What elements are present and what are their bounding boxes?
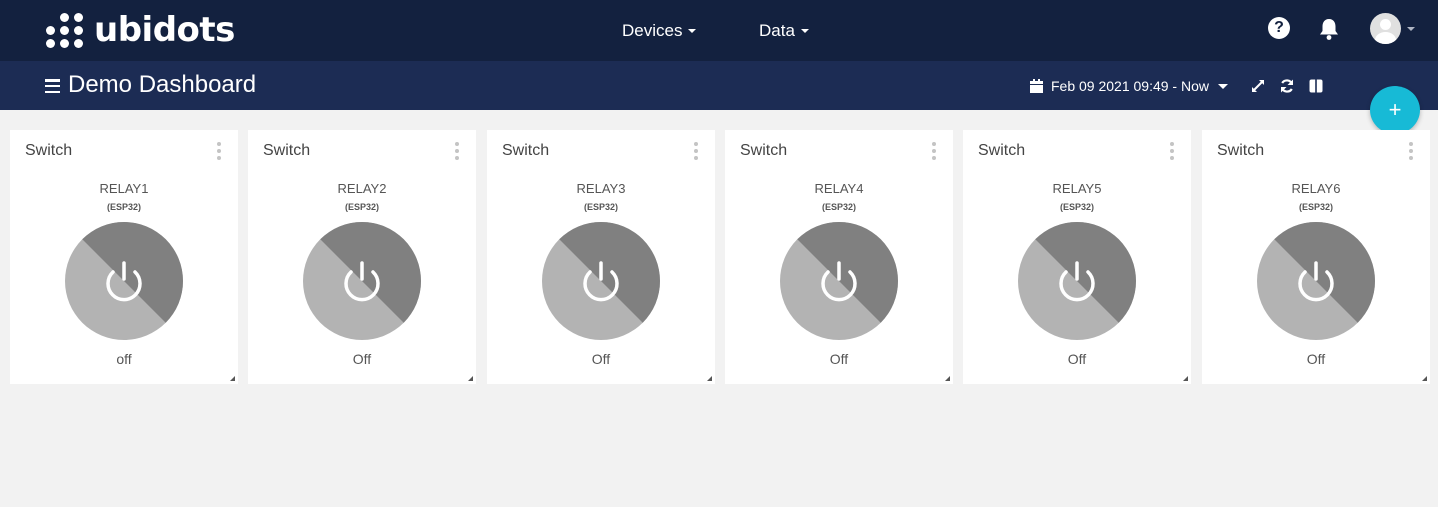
kebab-menu-icon[interactable] bbox=[216, 142, 222, 160]
power-switch[interactable] bbox=[542, 222, 660, 340]
ubidots-logo[interactable]: ubidots bbox=[46, 8, 235, 52]
nav-data-label: Data bbox=[759, 20, 795, 40]
power-switch[interactable] bbox=[780, 222, 898, 340]
widget-title: Switch bbox=[25, 142, 73, 159]
kebab-menu-icon[interactable] bbox=[454, 142, 460, 160]
switch-state: off bbox=[116, 351, 132, 367]
avatar[interactable] bbox=[1370, 13, 1401, 44]
device-name: (ESP32) bbox=[1059, 202, 1094, 212]
switch-widget-relay6: Switch RELAY6 (ESP32) Off bbox=[1202, 130, 1430, 384]
bell-icon[interactable] bbox=[1318, 17, 1342, 41]
switch-widget-relay3: Switch RELAY3 (ESP32) Off bbox=[487, 130, 715, 384]
switch-widget-relay2: Switch RELAY2 (ESP32) Off bbox=[248, 130, 476, 384]
resize-handle-icon[interactable] bbox=[945, 376, 950, 381]
switch-state: Off bbox=[829, 351, 849, 367]
dashboard-title[interactable]: Demo Dashboard bbox=[68, 70, 256, 100]
resize-handle-icon[interactable] bbox=[1183, 376, 1188, 381]
variable-name: RELAY6 bbox=[1291, 181, 1341, 196]
calendar-icon bbox=[1030, 79, 1043, 93]
kebab-menu-icon[interactable] bbox=[693, 142, 699, 160]
expand-icon[interactable] bbox=[1250, 78, 1266, 94]
date-range-picker[interactable]: Feb 09 2021 09:49 - Now bbox=[1030, 76, 1228, 96]
nav-data-menu[interactable]: Data bbox=[759, 0, 809, 61]
power-icon bbox=[780, 222, 898, 340]
avatar-caret-icon[interactable] bbox=[1407, 27, 1415, 31]
caret-down-icon bbox=[688, 28, 697, 33]
columns-icon[interactable] bbox=[1308, 78, 1324, 94]
widget-title: Switch bbox=[502, 142, 550, 159]
device-name: (ESP32) bbox=[106, 202, 141, 212]
device-name: (ESP32) bbox=[583, 202, 618, 212]
nav-devices-label: Devices bbox=[622, 20, 683, 40]
widget-title: Switch bbox=[1217, 142, 1265, 159]
power-switch[interactable] bbox=[1018, 222, 1136, 340]
power-icon bbox=[1018, 222, 1136, 340]
variable-name: RELAY1 bbox=[99, 181, 149, 196]
variable-name: RELAY4 bbox=[814, 181, 864, 196]
top-navbar: ubidots Devices Data ? bbox=[0, 0, 1438, 61]
switch-state: Off bbox=[1067, 351, 1087, 367]
device-name: (ESP32) bbox=[344, 202, 379, 212]
resize-handle-icon[interactable] bbox=[230, 376, 235, 381]
question-icon[interactable]: ? bbox=[1268, 17, 1292, 41]
switch-state: Off bbox=[352, 351, 372, 367]
kebab-menu-icon[interactable] bbox=[1408, 142, 1414, 160]
power-icon bbox=[1257, 222, 1375, 340]
power-icon bbox=[542, 222, 660, 340]
nav-devices-menu[interactable]: Devices bbox=[622, 0, 697, 61]
power-switch[interactable] bbox=[65, 222, 183, 340]
resize-handle-icon[interactable] bbox=[468, 376, 473, 381]
resize-handle-icon[interactable] bbox=[707, 376, 712, 381]
logo-text: ubidots bbox=[94, 10, 235, 50]
hamburger-menu-icon[interactable] bbox=[45, 79, 60, 93]
date-range-label: Feb 09 2021 09:49 - Now bbox=[1051, 78, 1209, 94]
power-icon bbox=[65, 222, 183, 340]
widget-title: Switch bbox=[740, 142, 788, 159]
caret-down-icon bbox=[800, 28, 809, 33]
dashboard-header: Demo Dashboard Feb 09 2021 09:49 - Now bbox=[0, 61, 1438, 110]
switch-state: Off bbox=[1306, 351, 1326, 367]
widget-title: Switch bbox=[263, 142, 311, 159]
refresh-icon[interactable] bbox=[1279, 78, 1295, 94]
kebab-menu-icon[interactable] bbox=[931, 142, 937, 160]
switch-widget-relay5: Switch RELAY5 (ESP32) Off bbox=[963, 130, 1191, 384]
power-icon bbox=[303, 222, 421, 340]
switch-widget-relay4: Switch RELAY4 (ESP32) Off bbox=[725, 130, 953, 384]
variable-name: RELAY3 bbox=[576, 181, 626, 196]
switch-state: Off bbox=[591, 351, 611, 367]
caret-down-icon bbox=[1218, 83, 1228, 89]
logo-dots-icon bbox=[46, 12, 84, 48]
resize-handle-icon[interactable] bbox=[1422, 376, 1427, 381]
device-name: (ESP32) bbox=[1298, 202, 1333, 212]
variable-name: RELAY2 bbox=[337, 181, 387, 196]
power-switch[interactable] bbox=[303, 222, 421, 340]
widget-title: Switch bbox=[978, 142, 1026, 159]
switch-widget-relay1: Switch RELAY1 (ESP32) off bbox=[10, 130, 238, 384]
variable-name: RELAY5 bbox=[1052, 181, 1102, 196]
kebab-menu-icon[interactable] bbox=[1169, 142, 1175, 160]
add-widget-button[interactable]: + bbox=[1370, 86, 1420, 134]
device-name: (ESP32) bbox=[821, 202, 856, 212]
power-switch[interactable] bbox=[1257, 222, 1375, 340]
